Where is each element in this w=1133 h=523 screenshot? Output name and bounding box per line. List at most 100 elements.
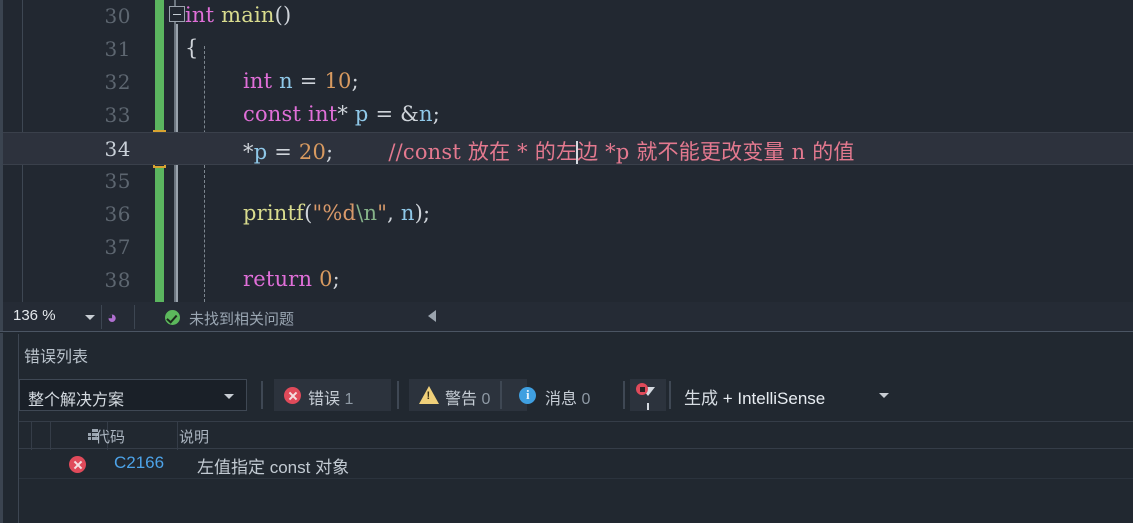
info-circle-icon (519, 387, 536, 404)
token-cmt: 边 *p 就不能更改变量 n 的值 (577, 140, 855, 164)
token-var: n (419, 102, 433, 126)
code-line[interactable]: 37 (3, 231, 1133, 264)
error-code-link[interactable]: C2166 (114, 453, 164, 473)
code-lines: 30 int main() 31{32 int n = 10; 33 const int*… (3, 0, 1133, 297)
code-line[interactable]: 36 printf("%d\n", n); (3, 198, 1133, 231)
token-punc: , (387, 201, 401, 225)
panel-title: 错误列表 (24, 349, 89, 366)
column-divider (50, 422, 51, 450)
token-type: int (308, 102, 338, 126)
code-text: printf("%d\n", n); (243, 201, 430, 225)
chevron-down-icon (224, 394, 234, 399)
code-text: { (185, 36, 199, 60)
token-punc: ; (351, 69, 359, 93)
line-number: 32 (104, 70, 131, 94)
token-punc: & (400, 102, 420, 126)
red-dot-badge (636, 383, 648, 395)
line-number: 34 (104, 137, 131, 161)
token-var: p (354, 102, 369, 126)
build-source-dropdown[interactable]: 生成 + IntelliSense (674, 379, 899, 411)
message-count-button[interactable]: 消息 0 (509, 379, 622, 411)
line-number: 30 (104, 4, 131, 28)
token-cmt: //const 放在 * 的左 (388, 140, 578, 164)
line-number: 31 (104, 37, 131, 61)
column-header-code[interactable]: 代码 (95, 426, 125, 447)
status-divider (134, 305, 135, 329)
chevron-down-icon[interactable] (85, 315, 95, 320)
column-divider (31, 422, 32, 450)
token-type: int (243, 69, 273, 93)
code-text: int main() (185, 3, 291, 27)
column-header-description[interactable]: 说明 (179, 426, 209, 447)
token-num: 0 (319, 267, 333, 291)
scroll-left-arrow-icon[interactable] (428, 310, 436, 322)
error-count-label: 错误 1 (308, 385, 353, 409)
filter-button[interactable] (630, 379, 666, 411)
check-circle-icon (165, 310, 180, 325)
token-kw: const (243, 102, 302, 126)
toolbar-divider (669, 381, 671, 409)
toolbar-divider (500, 381, 502, 409)
code-line[interactable]: 31 { (3, 33, 1133, 66)
warning-label: 警告 (445, 391, 478, 408)
token-punc: * (337, 102, 355, 126)
line-number: 35 (104, 169, 131, 193)
warning-count: 0 (481, 391, 491, 408)
column-divider (177, 422, 178, 450)
error-circle-icon (69, 456, 86, 473)
token-num: 10 (324, 69, 352, 93)
error-list-toolbar: 整个解决方案 错误 1 警告 0 (19, 379, 1133, 413)
zoom-level-value[interactable]: 136 % (13, 307, 56, 324)
build-label-sep: + (718, 389, 738, 408)
person-head-icon[interactable]: ◕ (107, 308, 127, 327)
token-str: " (377, 201, 388, 225)
message-count-label: 消息 0 (545, 385, 590, 409)
token-punc: ( (304, 201, 313, 225)
build-source-value: 生成 + IntelliSense (684, 384, 825, 409)
code-text: return 0; (243, 267, 340, 291)
scope-dropdown[interactable]: 整个解决方案 (19, 379, 247, 411)
scope-dropdown-value: 整个解决方案 (28, 392, 125, 409)
code-text: const int* p = &n; (243, 102, 440, 126)
token-str: "%d (312, 201, 357, 225)
code-editor[interactable]: 30 int main() 31{32 int n = 10; 33 const int*… (0, 0, 1133, 302)
token-kw: return (243, 267, 313, 291)
token-punc (333, 140, 388, 164)
line-number: 33 (104, 103, 131, 127)
token-punc: ; (332, 267, 340, 291)
token-punc: ; (422, 201, 431, 225)
panel-left-edge (0, 333, 3, 523)
line-number: 36 (104, 202, 131, 226)
token-var: p (253, 140, 268, 164)
code-line[interactable]: 34 *p = 20; //const 放在 * 的左边 *p 就不能更改变量 n… (3, 132, 1133, 165)
token-punc: ; (432, 102, 441, 126)
build-label-cn: 生成 (684, 389, 718, 408)
token-punc: { (185, 36, 199, 60)
code-text: int n = 10; (243, 69, 359, 93)
code-line[interactable]: 35 (3, 165, 1133, 198)
table-row[interactable]: C2166 左值指定 const 对象 (19, 449, 1133, 479)
build-label-en: IntelliSense (737, 389, 826, 408)
line-number: 38 (104, 268, 131, 292)
toolbar-divider (397, 381, 399, 409)
error-count-button[interactable]: 错误 1 (274, 379, 391, 411)
vs-window: 30 int main() 31{32 int n = 10; 33 const int*… (0, 0, 1133, 523)
token-esc: \n (356, 201, 378, 225)
error-description: 左值指定 const 对象 (197, 458, 350, 477)
status-message: 未找到相关问题 (189, 311, 295, 328)
error-count: 1 (344, 391, 354, 408)
message-label: 消息 (545, 391, 578, 408)
code-line[interactable]: 33 const int* p = &n; (3, 99, 1133, 132)
code-line[interactable]: 38 return 0; (3, 264, 1133, 297)
token-var: n (400, 201, 415, 225)
error-list-panel: 错误列表 整个解决方案 错误 1 警告 0 (0, 333, 1133, 523)
line-number: 37 (104, 235, 131, 259)
token-punc: () (274, 3, 292, 27)
code-line[interactable]: 30 int main() (3, 0, 1133, 33)
code-line[interactable]: 32 int n = 10; (3, 66, 1133, 99)
token-punc: ) (414, 201, 423, 225)
message-count: 0 (581, 391, 591, 408)
token-var: n (272, 69, 300, 93)
code-text: *p = 20; //const 放在 * 的左边 *p 就不能更改变量 n 的… (243, 136, 855, 166)
token-punc: = (368, 102, 401, 126)
